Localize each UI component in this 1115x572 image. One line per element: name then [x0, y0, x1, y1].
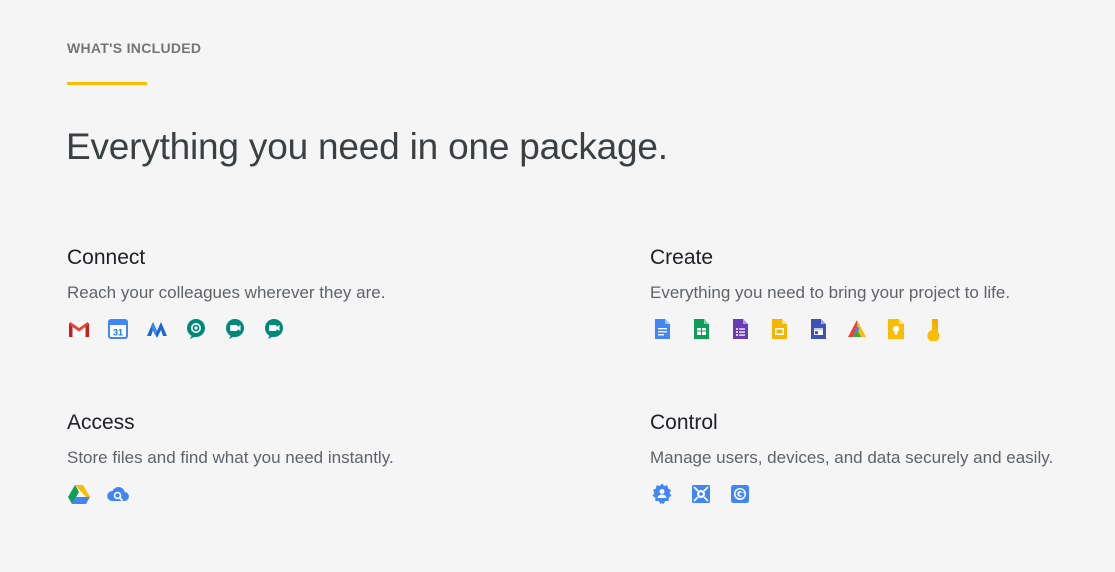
feature-icons: [67, 482, 527, 506]
feature-control: Control Manage users, devices, and data …: [650, 410, 1110, 506]
feature-description: Store files and find what you need insta…: [67, 448, 394, 467]
feature-description: Reach your colleagues wherever they are.: [67, 283, 386, 302]
cloud-search-icon: [106, 482, 130, 506]
feature-connect: Connect Reach your colleagues wherever t…: [67, 245, 527, 341]
page-title: Everything you need in one package.: [66, 126, 668, 167]
accent-rule: [67, 82, 147, 85]
admin-icon: [650, 482, 674, 506]
feature-title: Control: [650, 411, 718, 434]
sheets-icon: [689, 317, 713, 341]
meet-icon: [262, 317, 286, 341]
jamboard-icon: [923, 317, 947, 341]
meet-icon: [223, 317, 247, 341]
feature-icons: [650, 482, 1110, 506]
feature-description: Everything you need to bring your projec…: [650, 283, 1011, 302]
feature-create: Create Everything you need to bring your…: [650, 245, 1110, 341]
keep-icon: [884, 317, 908, 341]
currents-icon: [145, 317, 169, 341]
feature-icons: [650, 317, 1110, 341]
chat-icon: [184, 317, 208, 341]
sites-icon: [806, 317, 830, 341]
feature-access: Access Store files and find what you nee…: [67, 410, 527, 506]
whats-included-eyebrow: WHAT'S INCLUDED: [67, 40, 202, 56]
feature-title: Access: [67, 411, 135, 434]
appsheet-icon: [845, 317, 869, 341]
svg-text:31: 31: [113, 328, 123, 338]
feature-title: Connect: [67, 246, 146, 269]
endpoint-icon: [728, 482, 752, 506]
feature-title: Create: [650, 246, 714, 269]
forms-icon: [728, 317, 752, 341]
slides-icon: [767, 317, 791, 341]
feature-description: Manage users, devices, and data securely…: [650, 448, 1054, 467]
gmail-icon: [67, 317, 91, 341]
docs-icon: [650, 317, 674, 341]
drive-icon: [67, 482, 91, 506]
vault-icon: [689, 482, 713, 506]
calendar-icon: 31: [106, 317, 130, 341]
feature-icons: 31: [67, 317, 527, 341]
